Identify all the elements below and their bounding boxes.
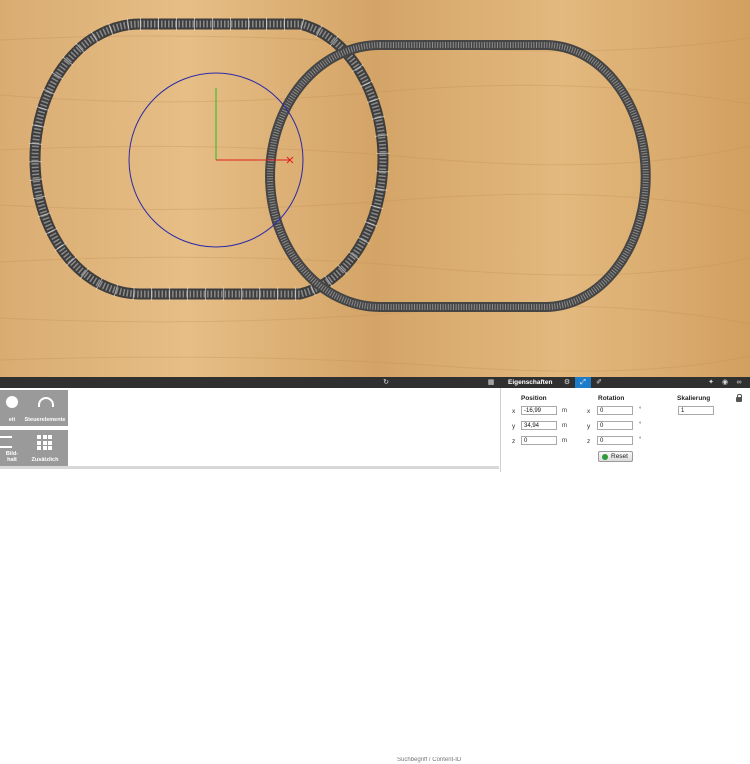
properties-title: Eigenschaften	[508, 379, 553, 386]
scale-header: Skalierung	[677, 395, 711, 402]
reset-label: Reset	[611, 453, 628, 460]
paint-brush-icon[interactable]: ✐	[594, 377, 604, 388]
catalog-tile-label: eit	[8, 417, 16, 423]
position-y-unit: m	[562, 423, 567, 429]
position-x-unit: m	[562, 408, 567, 414]
catalog-tile-label: Bild- halt	[5, 451, 19, 463]
reset-button[interactable]: Reset	[598, 451, 633, 462]
catalog-panel: eit Steuerelemente Bild- halt Zusätzlich	[0, 388, 499, 472]
catalog-tile-label: Zusätzlich	[31, 457, 59, 463]
bottom-toolbar: ↻ ▦ Eigenschaften ⚙ ⤢ ✐ ✦ ◉ ∞	[0, 377, 750, 764]
position-y-label: y	[512, 423, 516, 430]
rotation-z-field[interactable]: 0	[597, 436, 633, 445]
position-z-label: z	[512, 438, 516, 445]
eye-icon[interactable]: ◉	[720, 377, 730, 388]
grid-icon	[37, 435, 52, 450]
catalog-tile-controls[interactable]: Steuerelemente	[22, 390, 68, 426]
rotation-x-label: x	[587, 408, 591, 415]
speedometer-icon	[38, 397, 54, 407]
refresh-icon[interactable]: ↻	[381, 377, 391, 388]
position-y-field[interactable]: 34,94	[521, 421, 557, 430]
move-tool-button[interactable]: ⤢	[575, 377, 591, 388]
catalog-tile-extra[interactable]: Zusätzlich	[22, 430, 68, 466]
move-axes-icon: ⤢	[580, 379, 586, 386]
rotation-y-field[interactable]: 0	[597, 421, 633, 430]
rotation-header: Rotation	[598, 395, 625, 402]
search-input[interactable]	[395, 756, 485, 764]
lock-icon[interactable]	[736, 394, 742, 402]
rotation-y-label: y	[587, 423, 591, 430]
rotation-x-field[interactable]: 0	[597, 406, 633, 415]
position-x-label: x	[512, 408, 516, 415]
position-z-field[interactable]: 0	[521, 436, 557, 445]
link-icon[interactable]: ∞	[734, 377, 744, 388]
catalog-tile-2[interactable]: Bild- halt	[0, 430, 24, 466]
qr-code-icon[interactable]: ▦	[486, 377, 496, 388]
half-circle-icon	[6, 396, 18, 408]
list-icon	[0, 436, 12, 448]
rotation-z-label: z	[587, 438, 591, 445]
rotation-x-unit: °	[639, 407, 642, 413]
properties-panel: Position Rotation Skalierung x -16,99 m …	[500, 388, 750, 472]
position-header: Position	[521, 395, 547, 402]
layout-canvas[interactable]	[0, 0, 750, 377]
reset-icon	[602, 454, 608, 460]
catalog-tile-0[interactable]: eit	[0, 390, 24, 426]
position-x-field[interactable]: -16,99	[521, 406, 557, 415]
pin-icon[interactable]: ✦	[706, 377, 716, 388]
horizontal-scrollbar[interactable]	[0, 466, 499, 469]
gear-icon[interactable]: ⚙	[562, 377, 572, 388]
rotation-y-unit: °	[639, 422, 642, 428]
position-z-unit: m	[562, 438, 567, 444]
catalog-tile-label: Steuerelemente	[24, 417, 66, 423]
rotation-z-unit: °	[639, 437, 642, 443]
scale-field[interactable]: 1	[678, 406, 714, 415]
